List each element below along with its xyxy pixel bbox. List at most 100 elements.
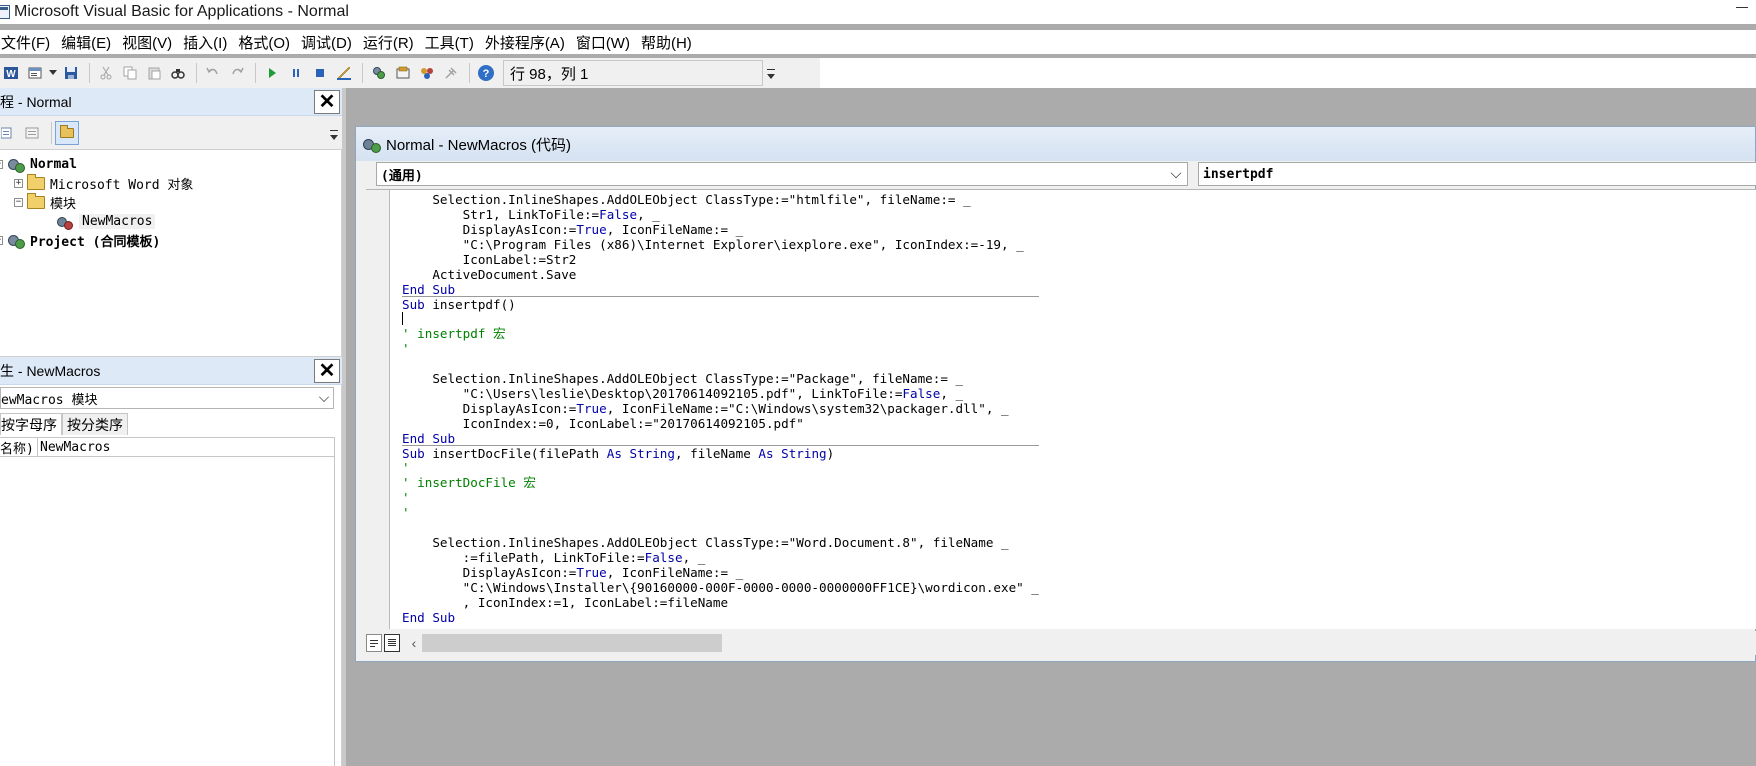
code-line[interactable]: Sub insertDocFile(filePath As String, fi… (402, 445, 1039, 461)
find-icon[interactable] (167, 62, 189, 84)
tree-node-normal[interactable]: − Normal (0, 154, 77, 174)
close-properties-button[interactable]: ✕ (314, 359, 340, 383)
code-line[interactable]: ' (402, 460, 1039, 475)
code-line[interactable]: DisplayAsIcon:=True, IconFileName:="C:\W… (402, 401, 1039, 416)
code-editor[interactable]: Selection.InlineShapes.AddOLEObject Clas… (366, 189, 1756, 629)
tree-node-word-objects[interactable]: + Microsoft Word 对象 (14, 173, 193, 193)
code-token: insertpdf() (424, 297, 516, 312)
procedure-view-icon[interactable] (366, 634, 382, 652)
property-value[interactable]: NewMacros (38, 440, 110, 455)
tree-node-newmacros[interactable]: NewMacros (56, 211, 156, 231)
code-line[interactable]: ' (402, 490, 1039, 505)
menu-format[interactable]: 格式(O) (235, 32, 298, 53)
redo-icon[interactable] (226, 62, 248, 84)
close-icon: ✕ (318, 91, 336, 113)
property-row-name[interactable]: 名称) NewMacros (0, 437, 334, 457)
code-line[interactable]: Selection.InlineShapes.AddOLEObject Clas… (402, 192, 1039, 207)
code-line[interactable]: ' insertpdf 宏 (402, 326, 1039, 341)
code-lines[interactable]: Selection.InlineShapes.AddOLEObject Clas… (402, 192, 1039, 625)
code-token: DisplayAsIcon:= (402, 565, 577, 580)
collapse-icon[interactable]: − (0, 159, 3, 169)
close-icon: ✕ (318, 360, 336, 382)
code-line[interactable]: ' (402, 341, 1039, 356)
procedure-combo[interactable]: insertpdf (1198, 162, 1756, 186)
code-line[interactable] (402, 356, 1039, 371)
menu-view[interactable]: 视图(V) (119, 32, 180, 53)
code-line[interactable]: ' (402, 505, 1039, 520)
menu-debug[interactable]: 调试(D) (298, 32, 360, 53)
code-line[interactable]: End Sub (402, 431, 1039, 446)
reset-icon[interactable] (309, 62, 331, 84)
tree-node-project[interactable]: + Project (合同模板) (0, 230, 160, 250)
menu-tools[interactable]: 工具(T) (422, 32, 482, 53)
run-icon[interactable] (261, 62, 283, 84)
code-line[interactable]: IconLabel:=Str2 (402, 252, 1039, 267)
help-icon[interactable]: ? (475, 62, 497, 84)
code-token: ' insertpdf 宏 (402, 326, 506, 341)
menu-window[interactable]: 窗口(W) (573, 32, 638, 53)
code-line[interactable]: DisplayAsIcon:=True, IconFileName:= _ (402, 565, 1039, 580)
code-line[interactable]: ' insertDocFile 宏 (402, 475, 1039, 490)
code-line[interactable]: End Sub (402, 610, 1039, 625)
tab-categorized[interactable]: 按分类序 (62, 413, 128, 435)
code-line[interactable]: "C:\Users\leslie\Desktop\20170614092105.… (402, 386, 1039, 401)
code-token: End Sub (402, 610, 456, 625)
menu-file[interactable]: 文件(F) (0, 32, 58, 53)
toolbox-icon[interactable] (440, 62, 462, 84)
undo-icon[interactable] (202, 62, 224, 84)
code-line[interactable]: , IconIndex:=1, IconLabel:=fileName (402, 595, 1039, 610)
code-line[interactable]: Selection.InlineShapes.AddOLEObject Clas… (402, 535, 1039, 550)
view-code-icon[interactable] (0, 121, 14, 145)
code-line[interactable]: "C:\Windows\Installer\{90160000-000F-000… (402, 580, 1039, 595)
tree-node-modules[interactable]: − 模块 (14, 192, 76, 212)
mdi-splitter[interactable] (342, 88, 346, 766)
project-explorer-icon[interactable] (368, 62, 390, 84)
expand-icon[interactable]: + (14, 178, 23, 188)
menu-help[interactable]: 帮助(H) (638, 32, 700, 53)
full-module-view-icon[interactable] (384, 634, 400, 652)
view-object-icon[interactable] (20, 121, 44, 145)
menu-insert[interactable]: 插入(I) (180, 32, 235, 53)
dropdown-arrow-icon[interactable] (48, 62, 58, 84)
copy-icon[interactable] (119, 62, 141, 84)
code-line[interactable] (402, 311, 1039, 326)
code-line[interactable]: ActiveDocument.Save (402, 267, 1039, 282)
object-browser-icon[interactable] (416, 62, 438, 84)
menu-edit[interactable]: 编辑(E) (58, 32, 119, 53)
code-line[interactable] (402, 520, 1039, 535)
design-mode-icon[interactable] (333, 62, 355, 84)
horizontal-scrollbar-thumb[interactable] (422, 634, 722, 652)
properties-title-bar: 生 - NewMacros ✕ (0, 357, 342, 385)
code-token: Sub (402, 446, 425, 461)
word-icon[interactable]: W (0, 62, 22, 84)
save-icon[interactable] (60, 62, 82, 84)
close-project-explorer-button[interactable]: ✕ (314, 90, 340, 114)
menu-addins[interactable]: 外接程序(A) (482, 32, 573, 53)
expand-icon[interactable]: + (0, 235, 3, 245)
collapse-icon[interactable]: − (14, 197, 23, 207)
code-margin[interactable] (366, 190, 390, 629)
code-line[interactable]: End Sub (402, 282, 1039, 297)
insert-userform-icon[interactable] (24, 62, 46, 84)
properties-window-icon[interactable] (392, 62, 414, 84)
object-select[interactable]: ewMacros 模块 (0, 387, 334, 409)
code-line[interactable]: DisplayAsIcon:=True, IconFileName:= _ (402, 222, 1039, 237)
code-line[interactable]: :=filePath, LinkToFile:=False, _ (402, 550, 1039, 565)
break-icon[interactable] (285, 62, 307, 84)
cut-icon[interactable] (95, 62, 117, 84)
toggle-folders-icon[interactable] (55, 120, 79, 145)
code-line[interactable]: Sub insertpdf() (402, 296, 1039, 312)
code-line[interactable]: IconIndex:=0, IconLabel:="20170614092105… (402, 416, 1039, 431)
minimize-button[interactable] (1734, 0, 1750, 16)
toolbar-empty-area (820, 58, 1756, 88)
scroll-left-icon[interactable]: ‹ (406, 634, 422, 652)
toolbar-options-icon[interactable] (765, 60, 777, 86)
paste-icon[interactable] (143, 62, 165, 84)
menu-run[interactable]: 运行(R) (360, 32, 422, 53)
code-line[interactable]: "C:\Program Files (x86)\Internet Explore… (402, 237, 1039, 252)
code-line[interactable]: Str1, LinkToFile:=False, _ (402, 207, 1039, 222)
project-toolbar-options-icon[interactable] (328, 120, 340, 146)
code-line[interactable]: Selection.InlineShapes.AddOLEObject Clas… (402, 371, 1039, 386)
object-combo[interactable]: (通用) (376, 162, 1188, 186)
tab-alphabetic[interactable]: 按字母序 (0, 413, 62, 435)
